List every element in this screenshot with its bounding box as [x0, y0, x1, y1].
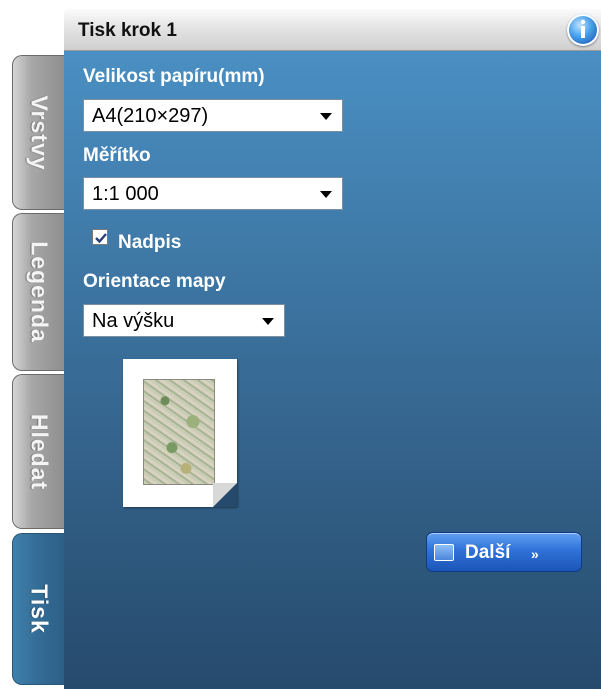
title-checkbox-label: Nadpis	[118, 232, 182, 253]
print-settings-panel: Velikost papíru(mm) A4(210×297) Měřítko …	[64, 51, 601, 689]
orientation-label: Orientace mapy	[83, 271, 226, 292]
tab-label: Tisk	[26, 584, 53, 634]
window-icon	[434, 544, 454, 561]
orientation-value: Na výšku	[92, 310, 175, 332]
chevron-down-icon	[320, 191, 332, 198]
title-bar: Tisk krok 1	[64, 9, 601, 51]
chevron-down-icon	[262, 318, 274, 325]
tab-label: Hledat	[26, 413, 52, 490]
tab-hledat[interactable]: Hledat	[12, 374, 64, 529]
title-checkbox[interactable]	[92, 229, 108, 245]
chevron-down-icon	[320, 113, 332, 120]
scale-value: 1:1 000	[92, 183, 159, 205]
side-tab-strip: Vrstvy Legenda Hledat Tisk	[0, 51, 65, 689]
map-thumbnail	[143, 379, 215, 485]
orientation-select[interactable]: Na výšku	[83, 304, 285, 337]
paper-size-label: Velikost papíru(mm)	[83, 66, 265, 87]
next-chevron: »	[531, 546, 539, 562]
next-button-label: Další	[465, 542, 511, 563]
page-fold-corner	[213, 483, 237, 507]
paper-size-value: A4(210×297)	[92, 105, 209, 127]
checkmark-icon	[95, 233, 107, 244]
page-preview-icon	[123, 359, 237, 507]
paper-size-select[interactable]: A4(210×297)	[83, 99, 343, 132]
tab-label: Legenda	[26, 241, 52, 343]
tab-label: Vrstvy	[26, 94, 52, 171]
tab-legenda[interactable]: Legenda	[12, 213, 64, 371]
scale-select[interactable]: 1:1 000	[83, 177, 343, 210]
scale-label: Měřítko	[83, 145, 151, 166]
next-button[interactable]: Další »	[426, 532, 582, 572]
print-panel-window: Tisk krok 1 Vrstvy Legenda Hledat Tisk V…	[0, 0, 601, 689]
tab-vrstvy[interactable]: Vrstvy	[12, 55, 64, 210]
tab-tisk[interactable]: Tisk	[12, 533, 65, 685]
info-icon[interactable]	[567, 14, 599, 46]
window-title: Tisk krok 1	[78, 20, 177, 41]
